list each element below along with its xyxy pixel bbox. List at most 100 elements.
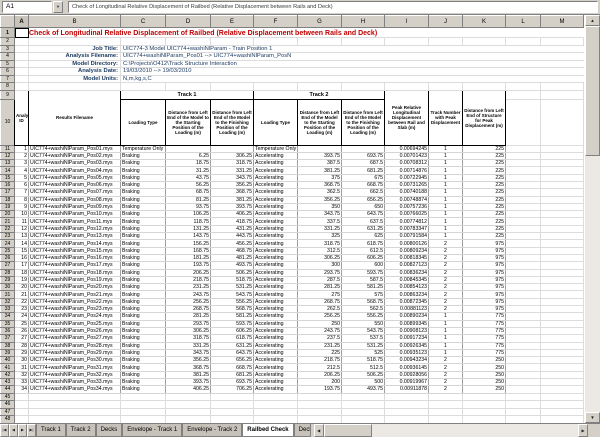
cell[interactable] xyxy=(505,349,541,358)
cell[interactable]: 225 xyxy=(462,225,506,234)
vertical-scroll-track[interactable] xyxy=(585,26,600,412)
cell[interactable] xyxy=(505,320,541,328)
cell[interactable]: 118.75 xyxy=(165,217,211,226)
cell[interactable] xyxy=(297,400,342,409)
cell[interactable]: 668.75 xyxy=(341,181,385,190)
header-column[interactable]: Distance from Left End of the Model to t… xyxy=(341,98,385,146)
cell[interactable] xyxy=(540,225,584,234)
cell[interactable] xyxy=(384,415,429,423)
sheet-title-cell[interactable]: Check of Longitudinal Relative Displacem… xyxy=(28,27,584,38)
cell[interactable]: Accelerating xyxy=(253,203,298,212)
cell[interactable]: 225 xyxy=(462,145,506,153)
cell[interactable]: UIC774+washiNlParam_Pos31.mys xyxy=(28,363,121,372)
cell[interactable]: 1 xyxy=(428,327,463,336)
cell[interactable] xyxy=(505,400,541,409)
cell[interactable]: 250 xyxy=(462,363,506,372)
cell[interactable]: UIC774+washiNlParam_Pos07.mys xyxy=(28,188,121,197)
cell[interactable]: UIC774+washiNlParam_Pos23.mys xyxy=(28,305,121,314)
cell[interactable] xyxy=(14,82,29,91)
row-header-8[interactable]: 8 xyxy=(0,82,15,91)
cell[interactable]: 0.00809234 xyxy=(384,247,429,255)
cell[interactable]: 0.00714876 xyxy=(384,166,429,175)
cell[interactable] xyxy=(505,276,541,285)
cell[interactable] xyxy=(540,305,584,314)
cell[interactable]: 243.75 xyxy=(165,290,211,299)
cell[interactable]: 193.75 xyxy=(165,261,211,270)
row-header-43[interactable]: 43 xyxy=(0,377,15,387)
column-header-J[interactable]: J xyxy=(428,15,463,28)
row-header-41[interactable]: 41 xyxy=(0,363,15,372)
cell[interactable]: 387.5 xyxy=(297,159,342,168)
cell[interactable]: 2 xyxy=(428,290,463,299)
cell[interactable]: Braking xyxy=(120,203,166,212)
meta-label-6[interactable]: Analysis Date: xyxy=(28,67,121,76)
cell[interactable]: 531.25 xyxy=(341,342,385,350)
cell[interactable]: 1 xyxy=(428,203,463,212)
cell[interactable]: Braking xyxy=(120,196,166,204)
cell[interactable] xyxy=(120,408,166,417)
cell[interactable] xyxy=(210,145,254,153)
cell[interactable]: 168.75 xyxy=(165,247,211,255)
cell[interactable]: 0.00936145 xyxy=(384,363,429,372)
column-header-I[interactable]: I xyxy=(384,15,429,28)
cell[interactable]: UIC774+washiNlParam_Pos28.mys xyxy=(28,342,121,350)
cell[interactable]: Braking xyxy=(120,385,166,394)
cell[interactable]: 18 xyxy=(14,269,29,277)
cell[interactable] xyxy=(505,232,541,241)
cell[interactable]: 581.25 xyxy=(341,283,385,292)
cell[interactable]: Accelerating xyxy=(253,363,298,372)
cell[interactable]: UIC774+washiNlParam_Pos19.mys xyxy=(28,276,121,285)
cell[interactable] xyxy=(14,60,29,68)
cell[interactable] xyxy=(540,378,584,387)
row-header-3[interactable]: 3 xyxy=(0,44,15,53)
scroll-up-icon[interactable]: ▲ xyxy=(585,15,600,26)
cell[interactable]: 93.75 xyxy=(165,203,211,212)
cell[interactable] xyxy=(540,239,584,248)
cell[interactable]: 650 xyxy=(341,203,385,212)
cell[interactable]: UIC774+washiNlParam_Pos32.mys xyxy=(28,371,121,380)
cell[interactable]: Braking xyxy=(120,181,166,190)
cell[interactable] xyxy=(540,415,584,423)
cell[interactable]: Temperature Only xyxy=(253,145,298,153)
cell[interactable] xyxy=(210,82,254,91)
cell[interactable]: 2 xyxy=(428,371,463,380)
cell[interactable]: 0.00731265 xyxy=(384,181,429,190)
cell[interactable] xyxy=(505,334,541,343)
column-header-L[interactable]: L xyxy=(505,15,541,28)
cell[interactable]: 337.5 xyxy=(297,217,342,226)
cell[interactable]: 512.5 xyxy=(341,363,385,372)
cell[interactable]: 975 xyxy=(462,254,506,263)
cell[interactable]: 775 xyxy=(462,334,506,343)
cell[interactable]: 243.75 xyxy=(297,327,342,336)
cell[interactable]: UIC774+washiNlParam_Pos34.mys xyxy=(28,385,121,394)
cell[interactable]: Accelerating xyxy=(253,247,298,255)
cell[interactable] xyxy=(540,269,584,277)
cell[interactable]: UIC774+washiNlParam_Pos21.mys xyxy=(28,290,121,299)
cell[interactable]: Accelerating xyxy=(253,181,298,190)
cell[interactable]: Braking xyxy=(120,349,166,358)
cell[interactable]: 975 xyxy=(462,283,506,292)
cell[interactable] xyxy=(253,408,298,417)
row-header-13[interactable]: 13 xyxy=(0,159,15,168)
cell[interactable] xyxy=(297,393,342,402)
cell[interactable]: UIC774+washiNlParam_Pos16.mys xyxy=(28,254,121,263)
cell[interactable]: 0.00917234 xyxy=(384,334,429,343)
row-header-15[interactable]: 15 xyxy=(0,173,15,183)
select-all-corner[interactable] xyxy=(0,15,15,28)
cell[interactable]: Accelerating xyxy=(253,342,298,350)
cell[interactable] xyxy=(540,298,584,307)
cell[interactable]: 5 xyxy=(14,174,29,183)
cell[interactable]: Accelerating xyxy=(253,334,298,343)
cell[interactable]: 11 xyxy=(14,217,29,226)
cell[interactable] xyxy=(540,261,584,270)
cell[interactable]: 0.00908123 xyxy=(384,327,429,336)
cell[interactable]: 15 xyxy=(14,247,29,255)
cell[interactable] xyxy=(540,210,584,219)
row-header-29[interactable]: 29 xyxy=(0,275,15,285)
cell[interactable] xyxy=(505,166,541,175)
cell[interactable]: 612.5 xyxy=(341,247,385,255)
cell[interactable] xyxy=(540,290,584,299)
cell[interactable]: Accelerating xyxy=(253,356,298,365)
cell[interactable] xyxy=(253,415,298,423)
cell[interactable]: 0.00890234 xyxy=(384,312,429,321)
